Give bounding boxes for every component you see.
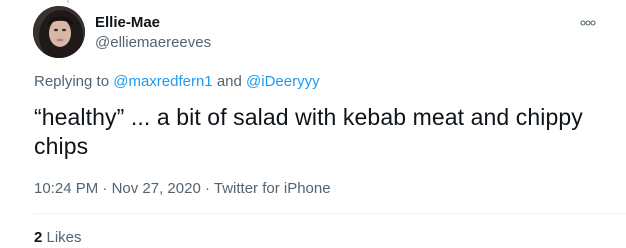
replying-to: Replying to @maxredfern1 and @iDeeryyy [34,73,320,91]
reply-and: and [212,73,247,90]
tweet-text: “healthy” ... a bit of salad with kebab … [34,104,583,159]
author-handle[interactable]: @elliemaereeves [95,34,211,52]
avatar-image [33,6,85,58]
reply-mention-1[interactable]: @maxredfern1 [113,73,212,90]
tweet-source[interactable]: Twitter for iPhone [214,180,331,197]
thread-line [67,0,69,3]
tweet-date[interactable]: Nov 27, 2020 [112,180,201,197]
likes-link[interactable]: 2 Likes [34,229,82,247]
divider [34,213,626,214]
tweet: Ellie-Mae @elliemaereeves Replying to @m… [0,0,626,248]
meta-separator: · [98,180,112,197]
author-name[interactable]: Ellie-Mae [95,14,160,32]
avatar[interactable] [33,6,85,58]
likes-label: Likes [42,229,82,246]
replying-prefix: Replying to [34,73,114,90]
meta-separator: · [200,180,214,197]
tweet-time[interactable]: 10:24 PM [34,180,98,197]
tweet-meta: 10:24 PM · Nov 27, 2020 · Twitter for iP… [34,180,331,198]
reply-mention-2[interactable]: @iDeeryyy [246,73,320,90]
more-options-icon[interactable] [580,15,596,26]
